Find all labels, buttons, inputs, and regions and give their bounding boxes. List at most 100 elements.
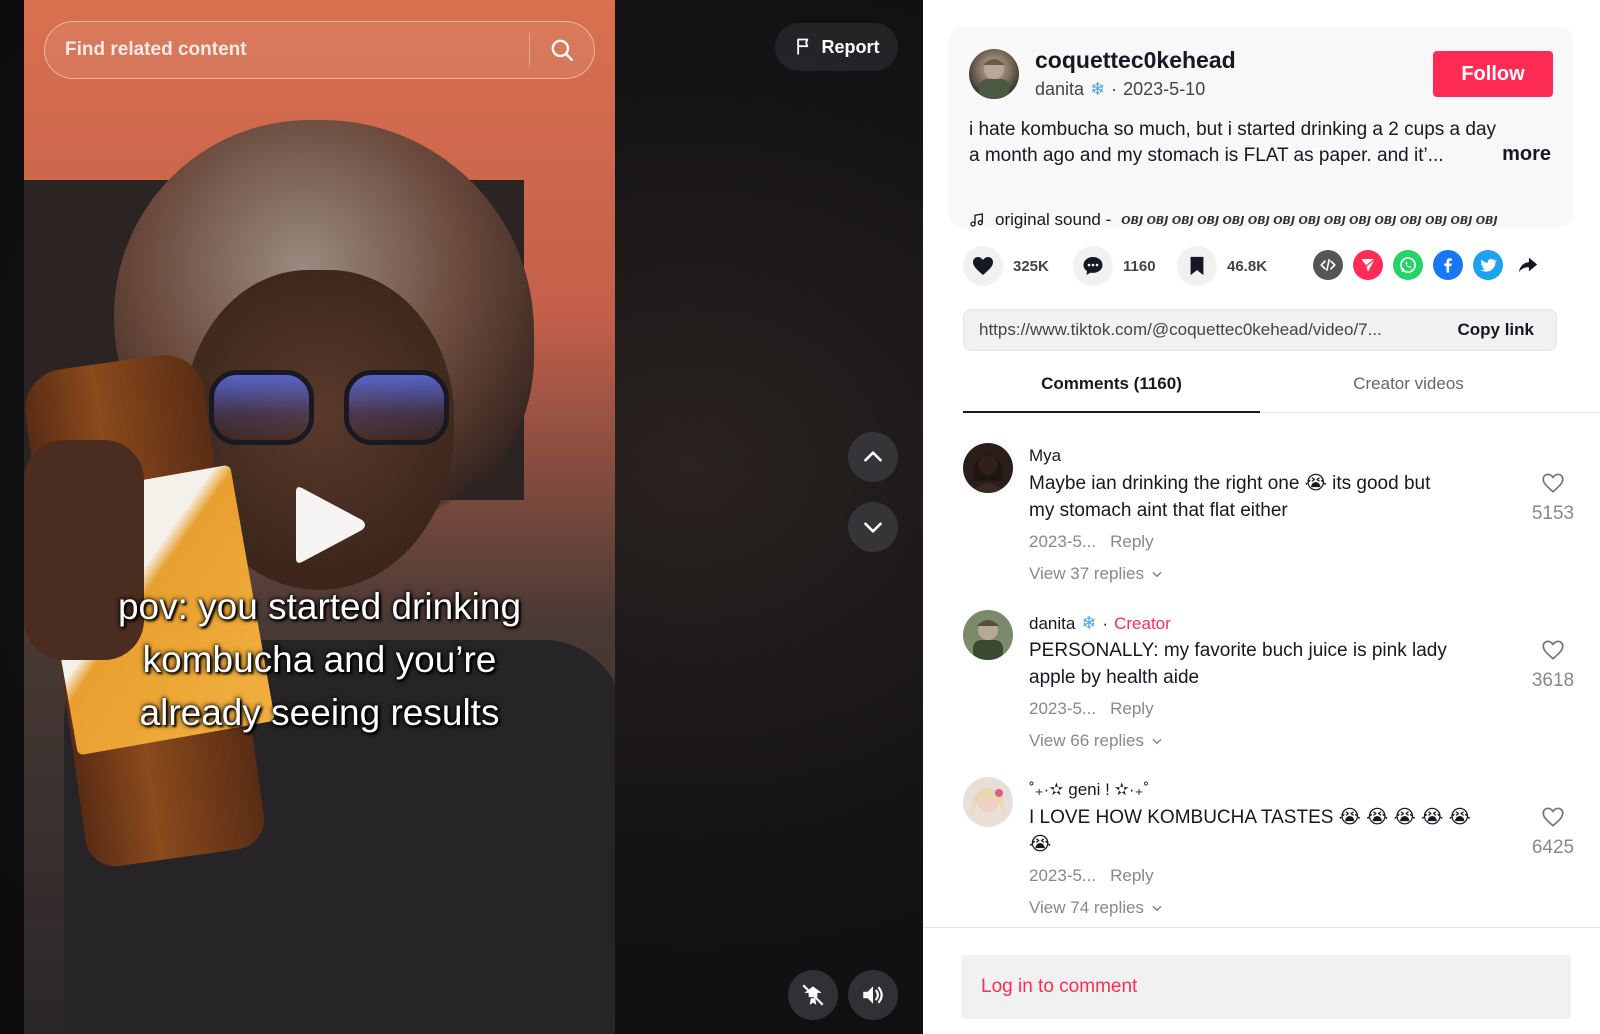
- comment-line: Maybe ian drinking the right one 😭 its g…: [1029, 473, 1431, 494]
- comment-line: PERSONALLY: my favorite buch juice is pi…: [1029, 640, 1447, 661]
- twitter-icon: [1480, 258, 1497, 272]
- comment-avatar[interactable]: [963, 777, 1013, 827]
- whatsapp-share-button[interactable]: [1393, 250, 1423, 280]
- sound-title: 𝙊𝘽𝙅 𝙊𝘽𝙅 𝙊𝘽𝙅 𝙊𝘽𝙅 𝙊𝘽𝙅 𝙊𝘽𝙅 𝙊𝘽𝙅 𝙊𝘽𝙅 𝙊𝘽𝙅 𝙊𝘽𝙅 …: [1121, 213, 1498, 227]
- comment-date: 2023-5...: [1029, 866, 1097, 885]
- tab-creator-videos[interactable]: Creator videos: [1260, 370, 1557, 413]
- comment-username-row: ˚₊·✫ geni ! ✫·₊˚: [1029, 780, 1149, 800]
- comment-item: Mya Maybe ian drinking the right one 😭 i…: [963, 440, 1583, 600]
- view-replies-label: View 74 replies: [1029, 898, 1144, 917]
- comment-avatar[interactable]: [963, 610, 1013, 660]
- search-input[interactable]: [45, 22, 529, 78]
- music-note-icon: [970, 213, 983, 227]
- comment-footer: Log in to comment: [923, 927, 1600, 1034]
- comment-username-row: danita ❄ · Creator: [1029, 613, 1171, 634]
- share-link-box: https://www.tiktok.com/@coquettec0kehead…: [963, 309, 1557, 351]
- previous-video-button[interactable]: [848, 432, 898, 482]
- comment-count: 1160: [1123, 257, 1156, 275]
- reply-button[interactable]: Reply: [1110, 866, 1153, 886]
- creator-badge: Creator: [1114, 613, 1171, 633]
- reply-button[interactable]: Reply: [1110, 532, 1153, 552]
- comment-meta: 2023-5... Reply: [1029, 699, 1154, 719]
- heart-outline-icon: [1542, 473, 1564, 493]
- video-info-card: coquettec0kehead danita ❄ · 2023-5-10 Fo…: [949, 27, 1573, 230]
- comment-like-button[interactable]: 6425: [1523, 804, 1583, 859]
- copy-link-button[interactable]: Copy link: [1447, 320, 1556, 340]
- more-share-button[interactable]: [1513, 250, 1543, 280]
- video-url[interactable]: https://www.tiktok.com/@coquettec0kehead…: [964, 320, 1447, 340]
- author-avatar[interactable]: [969, 49, 1019, 99]
- heart-outline-icon: [1542, 640, 1564, 660]
- twitter-share-button[interactable]: [1473, 250, 1503, 280]
- author-meta: danita ❄ · 2023-5-10: [1035, 79, 1205, 100]
- comment-username-row: Mya: [1029, 446, 1061, 466]
- comment-like-button[interactable]: 3618: [1523, 637, 1583, 692]
- snowflake-icon: ❄: [1081, 613, 1097, 633]
- tab-comments[interactable]: Comments (1160): [963, 370, 1260, 413]
- comment-icon: [1083, 257, 1103, 275]
- view-replies-button[interactable]: View 66 replies: [1029, 731, 1164, 751]
- comment-text: PERSONALLY: my favorite buch juice is pi…: [1029, 637, 1489, 691]
- play-icon[interactable]: [290, 480, 370, 570]
- description-more-button[interactable]: more: [1494, 143, 1551, 166]
- comment-text: I LOVE HOW KOMBUCHA TASTES 😭 😭 😭 😭 😭 😭: [1029, 804, 1489, 858]
- video-caption: pov: you started drinking kombucha and y…: [24, 580, 615, 739]
- search-button[interactable]: [530, 22, 594, 78]
- author-username[interactable]: coquettec0kehead: [1035, 47, 1236, 74]
- volume-button[interactable]: [848, 970, 898, 1020]
- comment-like-button[interactable]: 5153: [1523, 470, 1583, 525]
- comment-like-count: 5153: [1531, 503, 1575, 524]
- like-count: 325K: [1013, 257, 1049, 275]
- chevron-down-icon: [1152, 905, 1162, 912]
- flag-icon: [796, 38, 808, 55]
- sound-prefix: original sound -: [995, 210, 1112, 229]
- comment-text: Maybe ian drinking the right one 😭 its g…: [1029, 470, 1489, 524]
- meta-separator: ·: [1102, 613, 1109, 633]
- view-replies-label: View 66 replies: [1029, 731, 1144, 750]
- view-replies-button[interactable]: View 37 replies: [1029, 564, 1164, 584]
- comment-line: I LOVE HOW KOMBUCHA TASTES 😭 😭 😭 😭 😭: [1029, 807, 1471, 828]
- share-arrow-icon: [1518, 257, 1538, 273]
- chevron-down-icon: [1152, 738, 1162, 745]
- comment-meta: 2023-5... Reply: [1029, 532, 1154, 552]
- caption-line: already seeing results: [139, 692, 500, 733]
- comment-username[interactable]: Mya: [1029, 446, 1061, 466]
- mini-player-icon: [802, 984, 824, 1006]
- comment-line: my stomach aint that flat either: [1029, 500, 1288, 521]
- action-bar: 325K 1160 46.8K: [963, 246, 1563, 290]
- description-line: a month ago and my stomach is FLAT as pa…: [969, 145, 1444, 166]
- comment-item: danita ❄ · Creator PERSONALLY: my favori…: [963, 607, 1583, 767]
- save-button[interactable]: 46.8K: [1177, 246, 1267, 286]
- report-button[interactable]: Report: [775, 23, 898, 71]
- comment-meta: 2023-5... Reply: [1029, 866, 1154, 886]
- sound-link[interactable]: original sound - 𝙊𝘽𝙅 𝙊𝘽𝙅 𝙊𝘽𝙅 𝙊𝘽𝙅 𝙊𝘽𝙅 𝙊𝘽𝙅…: [969, 210, 1498, 230]
- comment-button[interactable]: 1160: [1073, 246, 1156, 286]
- comment-username[interactable]: danita: [1029, 614, 1075, 634]
- volume-icon: [863, 986, 883, 1004]
- snowflake-icon: ❄: [1090, 79, 1106, 99]
- login-to-comment-button[interactable]: Log in to comment: [961, 955, 1571, 1019]
- search-icon: [551, 39, 573, 61]
- video-details-panel: coquettec0kehead danita ❄ · 2023-5-10 Fo…: [923, 0, 1600, 1034]
- send-icon: [1361, 258, 1376, 272]
- follow-button[interactable]: Follow: [1433, 51, 1553, 97]
- heart-icon: [973, 257, 993, 275]
- comment-line: 😭: [1029, 834, 1052, 855]
- reply-button[interactable]: Reply: [1110, 699, 1153, 719]
- next-video-button[interactable]: [848, 502, 898, 552]
- facebook-icon: [1444, 258, 1452, 273]
- send-to-friends-button[interactable]: [1353, 250, 1383, 280]
- comment-line: apple by health aide: [1029, 667, 1200, 688]
- video-player-area: pov: you started drinking kombucha and y…: [0, 0, 923, 1034]
- mini-player-button[interactable]: [788, 970, 838, 1020]
- comment-item: ˚₊·✫ geni ! ✫·₊˚ I LOVE HOW KOMBUCHA TAS…: [963, 774, 1583, 934]
- embed-button[interactable]: [1313, 250, 1343, 280]
- heart-outline-icon: [1542, 807, 1564, 827]
- comment-date: 2023-5...: [1029, 699, 1097, 718]
- comment-avatar[interactable]: [963, 443, 1013, 493]
- caption-line: kombucha and you’re: [142, 639, 497, 680]
- view-replies-button[interactable]: View 74 replies: [1029, 898, 1164, 918]
- facebook-share-button[interactable]: [1433, 250, 1463, 280]
- comment-username[interactable]: ˚₊·✫ geni ! ✫·₊˚: [1029, 780, 1149, 800]
- like-button[interactable]: 325K: [963, 246, 1049, 286]
